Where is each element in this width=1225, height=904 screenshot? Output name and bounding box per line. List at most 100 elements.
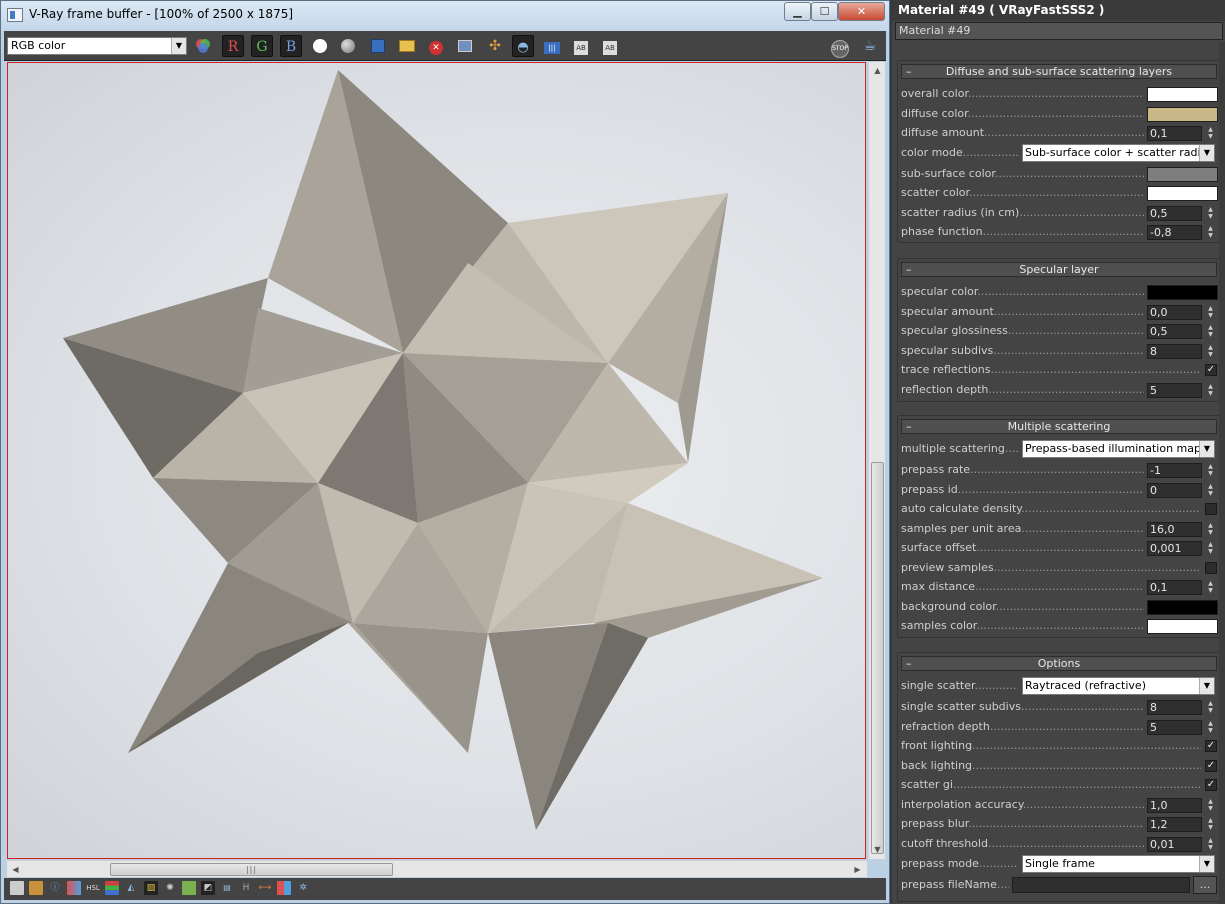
exposure-icon[interactable]: ▨ [144,881,158,895]
surface-offset-spinner[interactable]: 0,001 [1147,541,1202,556]
show-corrections-icon[interactable]: AB [570,35,592,57]
prepass-blur-spinner[interactable]: 1,2 [1147,817,1202,832]
render-view[interactable] [7,62,866,859]
horizontal-scroll-thumb[interactable]: ||| [110,863,393,876]
compare-ab-icon[interactable]: AB [599,35,621,57]
spinner-arrows-icon[interactable]: ▲ ▼ [1205,344,1216,359]
rollout-header-specular[interactable]: – Specular layer [901,262,1217,277]
samples-per-unit-area-spinner[interactable]: 16,0 [1147,522,1202,537]
specular-color-swatch[interactable] [1147,285,1218,300]
render-region-icon[interactable]: ◓ [512,35,534,57]
phase-function-spinner[interactable]: -0,8 [1147,225,1202,240]
refraction-depth-spinner[interactable]: 5 [1147,720,1202,735]
spinner-arrows-icon[interactable]: ▲ ▼ [1205,483,1216,498]
specular-glossiness-spinner[interactable]: 0,5 [1147,324,1202,339]
close-button[interactable]: ✕ [838,2,885,21]
open-folder-icon[interactable] [396,35,418,57]
rollout-header-options[interactable]: – Options [901,656,1217,671]
levels-icon[interactable] [105,881,119,895]
browse-button[interactable]: ... [1193,876,1217,894]
spinner-arrows-icon[interactable]: ▲ ▼ [1205,720,1216,735]
info-icon[interactable]: ⓘ [48,881,62,895]
cutoff-threshold-spinner[interactable]: 0,01 [1147,837,1202,852]
render-history-icon[interactable] [29,881,43,895]
overall-color-swatch[interactable] [1147,87,1218,102]
scatter-gi-checkbox[interactable]: ✓ [1205,779,1217,791]
spinner-arrows-icon[interactable]: ▲ ▼ [1205,225,1216,240]
scatter-color-swatch[interactable] [1147,186,1218,201]
channel-select[interactable]: RGB color ▼ [7,37,187,55]
auto-calc-density-checkbox[interactable] [1205,503,1217,515]
track-mouse-icon[interactable]: ✣ [484,35,506,57]
vfb-horizontal-scrollbar[interactable]: ◀ ||| ▶ [7,860,867,877]
monochrome-icon[interactable] [337,35,359,57]
vfb-title-bar[interactable]: V-Ray frame buffer - [100% of 2500 x 187… [1,1,889,31]
save-image-icon[interactable] [367,35,389,57]
green-channel-button[interactable]: G [251,35,273,57]
spinner-arrows-icon[interactable]: ▲ ▼ [1205,463,1216,478]
rollout-header-diffuse[interactable]: – Diffuse and sub-surface scattering lay… [901,64,1217,79]
vertical-scroll-thumb[interactable] [871,462,884,854]
samples-color-swatch[interactable] [1147,619,1218,634]
spinner-arrows-icon[interactable]: ▲ ▼ [1205,837,1216,852]
red-channel-button[interactable]: R [222,35,244,57]
material-name-field[interactable]: Material #49 [895,22,1223,40]
white-alpha-icon[interactable] [309,35,331,57]
rollout-header-multiple[interactable]: – Multiple scattering [901,419,1217,434]
spinner-arrows-icon[interactable]: ▲ ▼ [1205,383,1216,398]
material-panel-scrollbar[interactable] [1219,42,1225,904]
trace-reflections-checkbox[interactable]: ✓ [1205,364,1217,376]
white-balance-icon[interactable]: ✺ [163,881,177,895]
lens-effects-icon[interactable]: ✲ [296,881,310,895]
diffuse-color-swatch[interactable] [1147,107,1218,122]
stereo-icon[interactable] [277,881,291,895]
pixel-aspect-icon[interactable]: ⟷ [258,881,272,895]
ocio-icon[interactable]: ▤ [220,881,234,895]
color-mode-dropdown[interactable]: Sub-surface color + scatter radius ▼ [1022,144,1215,162]
blue-channel-button[interactable]: B [280,35,302,57]
lut-icon[interactable]: ◩ [201,881,215,895]
scroll-left-icon[interactable]: ◀ [7,861,24,878]
spinner-arrows-icon[interactable]: ▲ ▼ [1205,206,1216,221]
reflection-depth-spinner[interactable]: 5 [1147,383,1202,398]
hsl-icon[interactable]: HSL [86,881,100,895]
color-channels-icon[interactable] [192,35,214,57]
max-distance-spinner[interactable]: 0,1 [1147,580,1202,595]
minimize-button[interactable]: ▁ [784,2,811,21]
spinner-arrows-icon[interactable]: ▲ ▼ [1205,541,1216,556]
clear-image-icon[interactable]: ✕ [425,35,447,57]
scroll-right-icon[interactable]: ▶ [849,861,866,878]
render-teapot-icon[interactable]: ☕ [859,35,881,57]
diffuse-amount-spinner[interactable]: 0,1 [1147,126,1202,141]
hdr-icon[interactable]: H [239,881,253,895]
subsurface-color-swatch[interactable] [1147,167,1218,182]
spinner-arrows-icon[interactable]: ▲ ▼ [1205,580,1216,595]
spinner-arrows-icon[interactable]: ▲ ▼ [1205,126,1216,141]
background-color-swatch[interactable] [1147,600,1218,615]
spinner-arrows-icon[interactable]: ▲ ▼ [1205,798,1216,813]
specular-subdivs-spinner[interactable]: 8 [1147,344,1202,359]
color-correction-icon[interactable] [67,881,81,895]
spinner-arrows-icon[interactable]: ▲ ▼ [1205,817,1216,832]
specular-amount-spinner[interactable]: 0,0 [1147,305,1202,320]
interpolation-accuracy-spinner[interactable]: 1,0 [1147,798,1202,813]
scatter-radius-spinner[interactable]: 0,5 [1147,206,1202,221]
prepass-mode-dropdown[interactable]: Single frame ▼ [1022,855,1215,873]
stop-render-icon[interactable]: STOP [829,35,851,58]
spinner-arrows-icon[interactable]: ▲ ▼ [1205,305,1216,320]
single-scatter-dropdown[interactable]: Raytraced (refractive) ▼ [1022,677,1215,695]
spinner-arrows-icon[interactable]: ▲ ▼ [1205,324,1216,339]
multiple-scattering-dropdown[interactable]: Prepass-based illumination map ▼ [1022,440,1215,458]
maximize-button[interactable]: ☐ [811,2,838,21]
prepass-filename-field[interactable] [1012,877,1190,893]
prepass-rate-spinner[interactable]: -1 [1147,463,1202,478]
link-to-vfb-icon[interactable]: ||| [541,35,563,57]
prepass-id-spinner[interactable]: 0 [1147,483,1202,498]
scroll-down-icon[interactable]: ▼ [869,841,886,858]
spinner-arrows-icon[interactable]: ▲ ▼ [1205,700,1216,715]
background-image-icon[interactable] [182,881,196,895]
vfb-vertical-scrollbar[interactable]: ▲ ▼ [868,62,885,859]
display-panel-icon[interactable] [10,881,24,895]
preview-samples-checkbox[interactable] [1205,562,1217,574]
single-scatter-subdivs-spinner[interactable]: 8 [1147,700,1202,715]
